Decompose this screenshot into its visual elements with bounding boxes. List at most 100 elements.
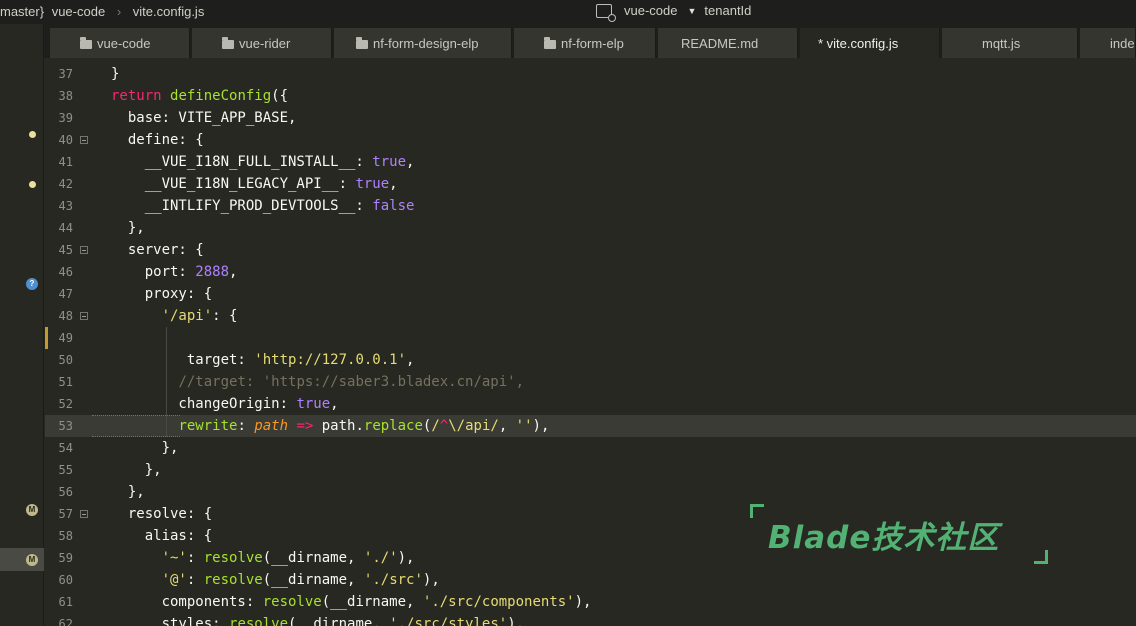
code-text[interactable]: alias: {	[111, 525, 212, 547]
fold-toggle-icon[interactable]	[80, 510, 88, 518]
code-line[interactable]: 40 define: {	[45, 129, 1136, 151]
project-select[interactable]: vue-code	[624, 3, 677, 18]
code-line[interactable]: 48 '/api': {	[45, 305, 1136, 327]
tab-label: nf-form-elp	[561, 35, 624, 51]
watermark: Blade技术社区	[750, 500, 1050, 566]
code-text[interactable]: return defineConfig({	[111, 85, 288, 107]
sidebar: ? M M	[0, 58, 44, 626]
fold-toggle-icon[interactable]	[80, 312, 88, 320]
line-number: 45	[58, 243, 73, 257]
code-text[interactable]: '~': resolve(__dirname, './'),	[111, 547, 415, 569]
code-text[interactable]: __VUE_I18N_FULL_INSTALL__: true,	[111, 151, 415, 173]
code-line[interactable]: 62 styles: resolve(__dirname, './src/sty…	[45, 613, 1136, 626]
fold-toggle-icon[interactable]	[80, 136, 88, 144]
code-text[interactable]: },	[111, 481, 145, 503]
caret-down-icon[interactable]: ▼	[687, 6, 696, 16]
code-text[interactable]: __VUE_I18N_LEGACY_API__: true,	[111, 173, 398, 195]
code-line[interactable]: 50 target: 'http://127.0.0.1',	[45, 349, 1136, 371]
folder-icon	[544, 36, 556, 49]
line-number: 43	[58, 199, 73, 213]
code-line[interactable]: 42 __VUE_I18N_LEGACY_API__: true,	[45, 173, 1136, 195]
tab-label: vue-code	[97, 35, 151, 51]
code-line[interactable]: 49	[45, 327, 1136, 349]
tab-vue-code[interactable]: vue-code	[50, 28, 190, 58]
folder-icon	[356, 36, 368, 49]
modified-marker-icon[interactable]: M	[26, 554, 38, 566]
code-line[interactable]: 39 base: VITE_APP_BASE,	[45, 107, 1136, 129]
code-text[interactable]: '/api': {	[111, 305, 238, 327]
code-text[interactable]: define: {	[111, 129, 204, 151]
code-text[interactable]: },	[111, 217, 145, 239]
line-number: 40	[58, 133, 73, 147]
code-line[interactable]: 51 //target: 'https://saber3.bladex.cn/a…	[45, 371, 1136, 393]
code-line[interactable]: 61 components: resolve(__dirname, './src…	[45, 591, 1136, 613]
code-text[interactable]: components: resolve(__dirname, './src/co…	[111, 591, 592, 613]
code-text[interactable]: }	[111, 63, 119, 85]
line-number: 57	[58, 507, 73, 521]
code-text[interactable]: proxy: {	[111, 283, 212, 305]
line-number: 54	[58, 441, 73, 455]
code-text[interactable]: '@': resolve(__dirname, './src'),	[111, 569, 440, 591]
project-search-icon[interactable]	[596, 3, 616, 22]
question-marker-icon[interactable]: ?	[26, 278, 38, 290]
tab-vue-rider[interactable]: vue-rider	[192, 28, 332, 58]
code-text[interactable]: resolve: {	[111, 503, 212, 525]
code-line[interactable]: 47 proxy: {	[45, 283, 1136, 305]
tab-mqtt[interactable]: mqtt.js	[942, 28, 1078, 58]
code-line[interactable]: 37}	[45, 63, 1136, 85]
line-number: 38	[58, 89, 73, 103]
line-number: 46	[58, 265, 73, 279]
code-text[interactable]: base: VITE_APP_BASE,	[111, 107, 297, 129]
code-text[interactable]: port: 2888,	[111, 261, 238, 283]
code-line[interactable]: 55 },	[45, 459, 1136, 481]
folder-icon	[222, 36, 234, 49]
code-text[interactable]: __INTLIFY_PROD_DEVTOOLS__: false	[111, 195, 415, 217]
code-line[interactable]: 44 },	[45, 217, 1136, 239]
title-bar: master} vue-code › vite.config.js vue-co…	[0, 0, 1136, 24]
line-number: 48	[58, 309, 73, 323]
code-line[interactable]: 41 __VUE_I18N_FULL_INSTALL__: true,	[45, 151, 1136, 173]
line-number: 60	[58, 573, 73, 587]
code-text[interactable]: rewrite: path => path.replace(/^\/api/, …	[111, 415, 549, 437]
tab-bar: vue-code vue-rider nf-form-design-elp nf…	[0, 24, 1136, 58]
breadcrumb-project[interactable]: vue-code	[52, 4, 105, 19]
line-number: 61	[58, 595, 73, 609]
code-line[interactable]: 53 rewrite: path => path.replace(/^\/api…	[45, 415, 1136, 437]
line-number: 50	[58, 353, 73, 367]
modified-marker-icon[interactable]: M	[26, 504, 38, 516]
code-line[interactable]: 52 changeOrigin: true,	[45, 393, 1136, 415]
code-line[interactable]: 54 },	[45, 437, 1136, 459]
line-number: 41	[58, 155, 73, 169]
code-line[interactable]: 60 '@': resolve(__dirname, './src'),	[45, 569, 1136, 591]
line-number: 37	[58, 67, 73, 81]
code-text[interactable]: server: {	[111, 239, 204, 261]
tab-nf-form-design-elp[interactable]: nf-form-design-elp	[334, 28, 512, 58]
dot-marker-icon[interactable]	[29, 131, 36, 138]
tab-vite-config[interactable]: * vite.config.js	[800, 28, 940, 58]
line-number: 62	[58, 617, 73, 626]
tab-readme[interactable]: README.md	[658, 28, 798, 58]
code-text[interactable]: styles: resolve(__dirname, './src/styles…	[111, 613, 525, 626]
tab-label: * vite.config.js	[818, 35, 899, 51]
line-number: 51	[58, 375, 73, 389]
dot-marker-icon[interactable]	[29, 181, 36, 188]
tab-index[interactable]: inde	[1080, 28, 1136, 58]
tab-label: nf-form-design-elp	[373, 35, 479, 51]
code-line[interactable]: 45 server: {	[45, 239, 1136, 261]
code-line[interactable]: 43 __INTLIFY_PROD_DEVTOOLS__: false	[45, 195, 1136, 217]
line-number: 58	[58, 529, 73, 543]
breadcrumb-branch[interactable]: master}	[0, 4, 44, 19]
code-line[interactable]: 46 port: 2888,	[45, 261, 1136, 283]
code-text[interactable]: //target: 'https://saber3.bladex.cn/api'…	[111, 371, 524, 393]
breadcrumb-file[interactable]: vite.config.js	[133, 4, 205, 19]
code-text[interactable]: target: 'http://127.0.0.1',	[111, 349, 415, 371]
code-text[interactable]: changeOrigin: true,	[111, 393, 338, 415]
fold-toggle-icon[interactable]	[80, 246, 88, 254]
code-text[interactable]: },	[111, 459, 162, 481]
tab-nf-form-elp[interactable]: nf-form-elp	[514, 28, 656, 58]
symbol-breadcrumb[interactable]: tenantId	[704, 3, 751, 18]
code-line[interactable]: 38 return defineConfig({	[45, 85, 1136, 107]
code-text[interactable]: },	[111, 437, 179, 459]
watermark-text: Blade技术社区	[768, 520, 1000, 556]
line-number: 56	[58, 485, 73, 499]
